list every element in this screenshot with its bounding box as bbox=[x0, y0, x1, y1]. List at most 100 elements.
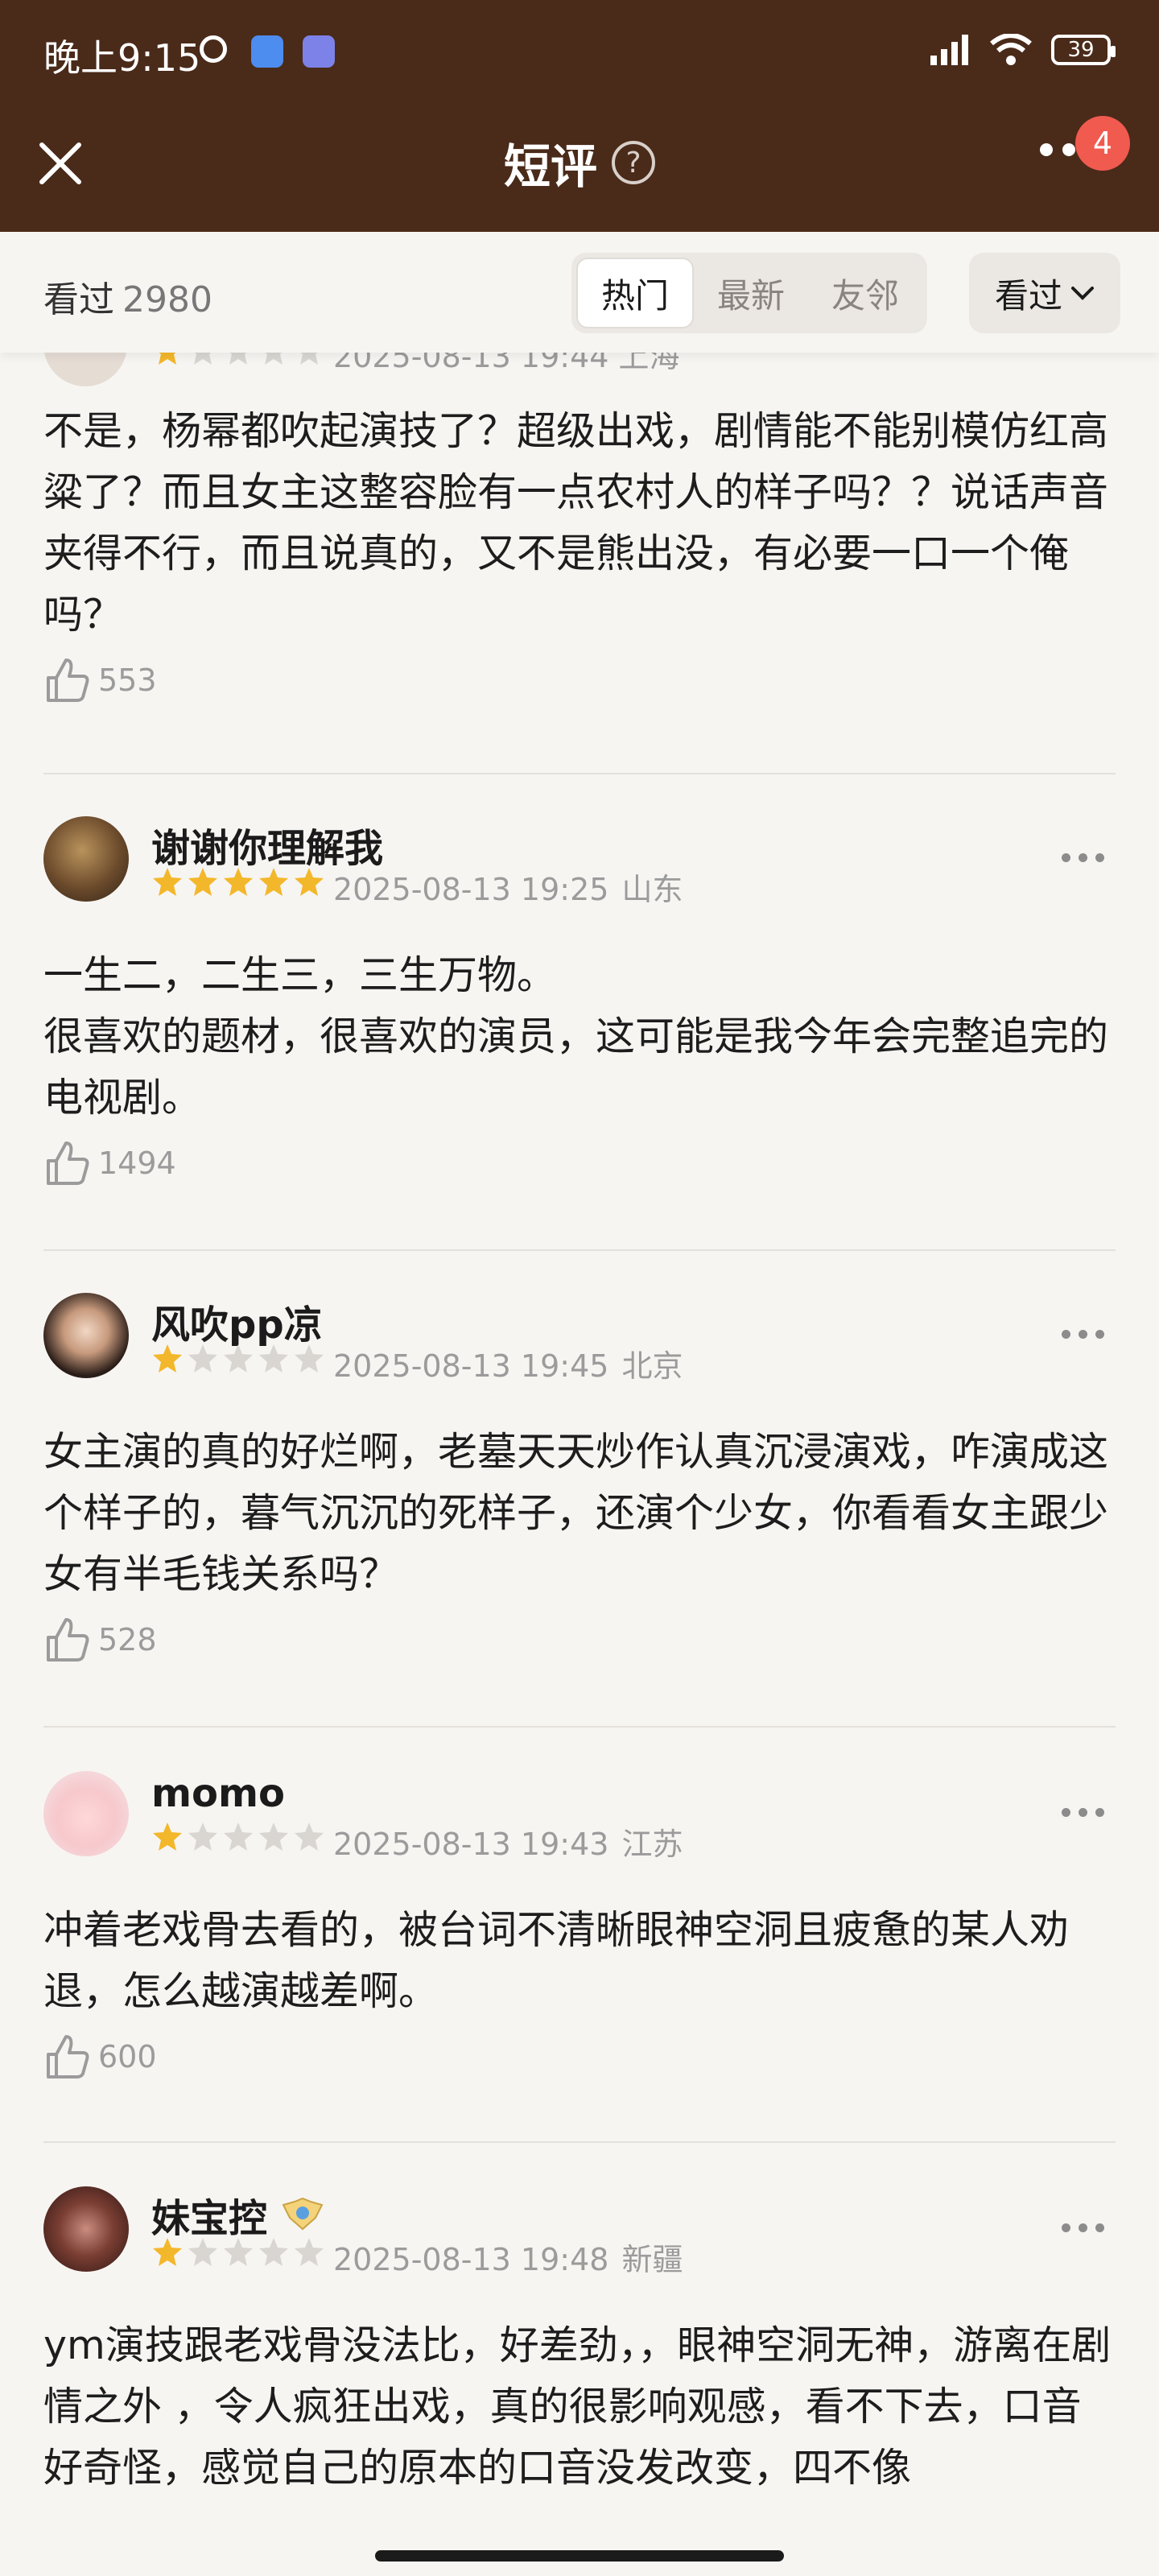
app-notification-icon-2 bbox=[303, 35, 335, 68]
username-text: 妹宝控 bbox=[151, 2196, 268, 2241]
star-empty-icon bbox=[194, 353, 212, 365]
star-filled-icon bbox=[153, 868, 182, 896]
star-filled-icon bbox=[153, 1823, 182, 1851]
star-filled-icon bbox=[224, 868, 253, 896]
dot-icon bbox=[1062, 853, 1070, 862]
star-empty-icon bbox=[259, 2238, 288, 2266]
avatar[interactable] bbox=[43, 816, 129, 902]
username-text: momo bbox=[151, 1771, 285, 1816]
review-header: 谢谢你理解我 2025-08-13 19:25 山东 bbox=[43, 816, 1116, 907]
like-button[interactable]: 528 bbox=[43, 1616, 157, 1663]
app-notification-icon bbox=[251, 35, 283, 68]
review-text: ym演技跟老戏骨没法比，好差劲，，眼神空洞无神，游离在剧情之外 ，令人疯狂出戏，… bbox=[43, 2322, 1112, 2491]
more-options-button[interactable] bbox=[1062, 853, 1104, 862]
help-icon[interactable]: ? bbox=[612, 141, 655, 184]
username[interactable]: 妹宝控 bbox=[151, 2186, 325, 2243]
review-meta: 2025-08-13 19:43 江苏 bbox=[333, 1819, 683, 1864]
like-button[interactable]: 553 bbox=[43, 657, 157, 704]
thumbs-up-icon bbox=[47, 658, 89, 702]
notification-badge: 4 bbox=[1075, 116, 1130, 171]
review-header: 妹宝控 2025-08-13 19:48 新疆 bbox=[43, 2186, 1116, 2277]
title-bar: 短评 ? 4 bbox=[0, 116, 1159, 209]
avatar[interactable] bbox=[43, 1293, 129, 1378]
avatar[interactable] bbox=[43, 353, 127, 386]
alarm-icon bbox=[200, 35, 227, 63]
dot-icon bbox=[1095, 853, 1104, 862]
review-text: 一生二，二生三，三生万物。 很喜欢的题材，很喜欢的演员，这可能是我今年会完整追完… bbox=[43, 952, 1109, 1121]
review-header: momo 2025-08-13 19:43 江苏 bbox=[43, 1771, 1116, 1862]
chevron-down-icon bbox=[1071, 287, 1094, 300]
star-empty-icon bbox=[224, 1344, 253, 1373]
home-indicator[interactable] bbox=[375, 2550, 784, 2562]
review-meta: 2025-08-13 19:45 北京 bbox=[333, 1341, 683, 1385]
watched-label: 看过 bbox=[43, 279, 114, 320]
dot-icon bbox=[1095, 1808, 1104, 1817]
like-count: 1494 bbox=[98, 1146, 176, 1181]
star-rating bbox=[151, 866, 325, 898]
vip-badge-icon bbox=[282, 2197, 324, 2231]
title-group: 短评 ? bbox=[0, 129, 1159, 196]
star-rating bbox=[151, 1343, 325, 1375]
star-empty-icon bbox=[295, 1344, 324, 1373]
review-meta: 2025-08-13 19:44 上海 bbox=[333, 353, 680, 374]
star-filled-icon bbox=[259, 868, 288, 896]
thumbs-up-icon bbox=[47, 2035, 89, 2079]
star-empty-icon bbox=[300, 353, 318, 365]
username-text: 风吹pp凉 bbox=[151, 1302, 323, 1348]
review-date: 2025-08-13 19:43 bbox=[333, 1827, 609, 1862]
review-item: 妹宝控 2025-08-13 19:48 新疆 ym演技跟老戏骨没法比，好差劲，，… bbox=[43, 2186, 1116, 2499]
dot-icon bbox=[1062, 1330, 1070, 1339]
like-count: 553 bbox=[98, 663, 157, 698]
star-filled-icon bbox=[295, 868, 324, 896]
dot-icon bbox=[1062, 1808, 1070, 1817]
avatar[interactable] bbox=[43, 2186, 129, 2272]
more-dot-icon bbox=[1062, 143, 1075, 156]
battery-icon: 39 bbox=[1051, 35, 1116, 65]
wifi-icon bbox=[990, 34, 1032, 65]
dot-icon bbox=[1095, 2223, 1104, 2232]
star-empty-icon bbox=[259, 1344, 288, 1373]
watched-number: 2980 bbox=[122, 279, 212, 320]
review-item: 谢谢你理解我 2025-08-13 19:25 山东 一生二，二生三，三生万物。 … bbox=[43, 816, 1116, 1187]
more-options-button[interactable] bbox=[1040, 143, 1075, 156]
status-time: 晚上9:15 bbox=[43, 36, 201, 80]
star-empty-icon bbox=[295, 2238, 324, 2266]
star-filled-icon bbox=[153, 2238, 182, 2266]
review-location: 山东 bbox=[621, 872, 683, 907]
dot-icon bbox=[1079, 1808, 1087, 1817]
review-meta: 2025-08-13 19:48 新疆 bbox=[333, 2235, 683, 2279]
star-rating bbox=[151, 2236, 325, 2268]
review-header-partial: 2025-08-13 19:44 上海 bbox=[43, 353, 1116, 386]
status-right: 39 bbox=[929, 34, 1116, 66]
like-button[interactable]: 1494 bbox=[43, 1140, 176, 1187]
more-options-button[interactable] bbox=[1062, 1808, 1104, 1817]
like-button[interactable]: 600 bbox=[43, 2033, 157, 2080]
sort-tabs: 热门 最新 友邻 bbox=[571, 253, 927, 333]
review-location: 北京 bbox=[621, 1348, 683, 1384]
top-header: 晚上9:15 39 短评 ? 4 bbox=[0, 0, 1159, 232]
review-text: 不是，杨幂都吹起演技了？超级出戏，剧情能不能别模仿红高粱了？而且女主这整容脸有一… bbox=[43, 408, 1109, 638]
divider bbox=[43, 1726, 1116, 1728]
like-count: 600 bbox=[98, 2039, 157, 2074]
avatar[interactable] bbox=[43, 1771, 129, 1856]
page-title: 短评 bbox=[503, 139, 597, 194]
tab-latest[interactable]: 最新 bbox=[694, 258, 808, 328]
divider bbox=[43, 1249, 1116, 1251]
more-options-button[interactable] bbox=[1062, 1330, 1104, 1339]
dot-icon bbox=[1062, 2223, 1070, 2232]
watched-filter-dropdown[interactable]: 看过 bbox=[969, 253, 1120, 333]
username[interactable]: 风吹pp凉 bbox=[151, 1293, 323, 1349]
review-date: 2025-08-13 19:48 bbox=[333, 2242, 609, 2277]
tab-hot[interactable]: 热门 bbox=[576, 258, 694, 328]
watched-count: 看过 2980 bbox=[43, 270, 212, 322]
tab-friends[interactable]: 友邻 bbox=[808, 258, 922, 328]
star-rating bbox=[151, 353, 325, 367]
review-text: 女主演的真的好烂啊，老墓天天炒作认真沉浸演戏，咋演成这个样子的，暮气沉沉的死样子… bbox=[43, 1429, 1109, 1597]
more-options-button[interactable] bbox=[1062, 2223, 1104, 2232]
review-meta: 2025-08-13 19:25 山东 bbox=[333, 865, 683, 909]
star-empty-icon bbox=[188, 1823, 217, 1851]
star-empty-icon bbox=[224, 1823, 253, 1851]
star-empty-icon bbox=[295, 1823, 324, 1851]
username[interactable]: momo bbox=[151, 1771, 285, 1816]
star-empty-icon bbox=[224, 2238, 253, 2266]
